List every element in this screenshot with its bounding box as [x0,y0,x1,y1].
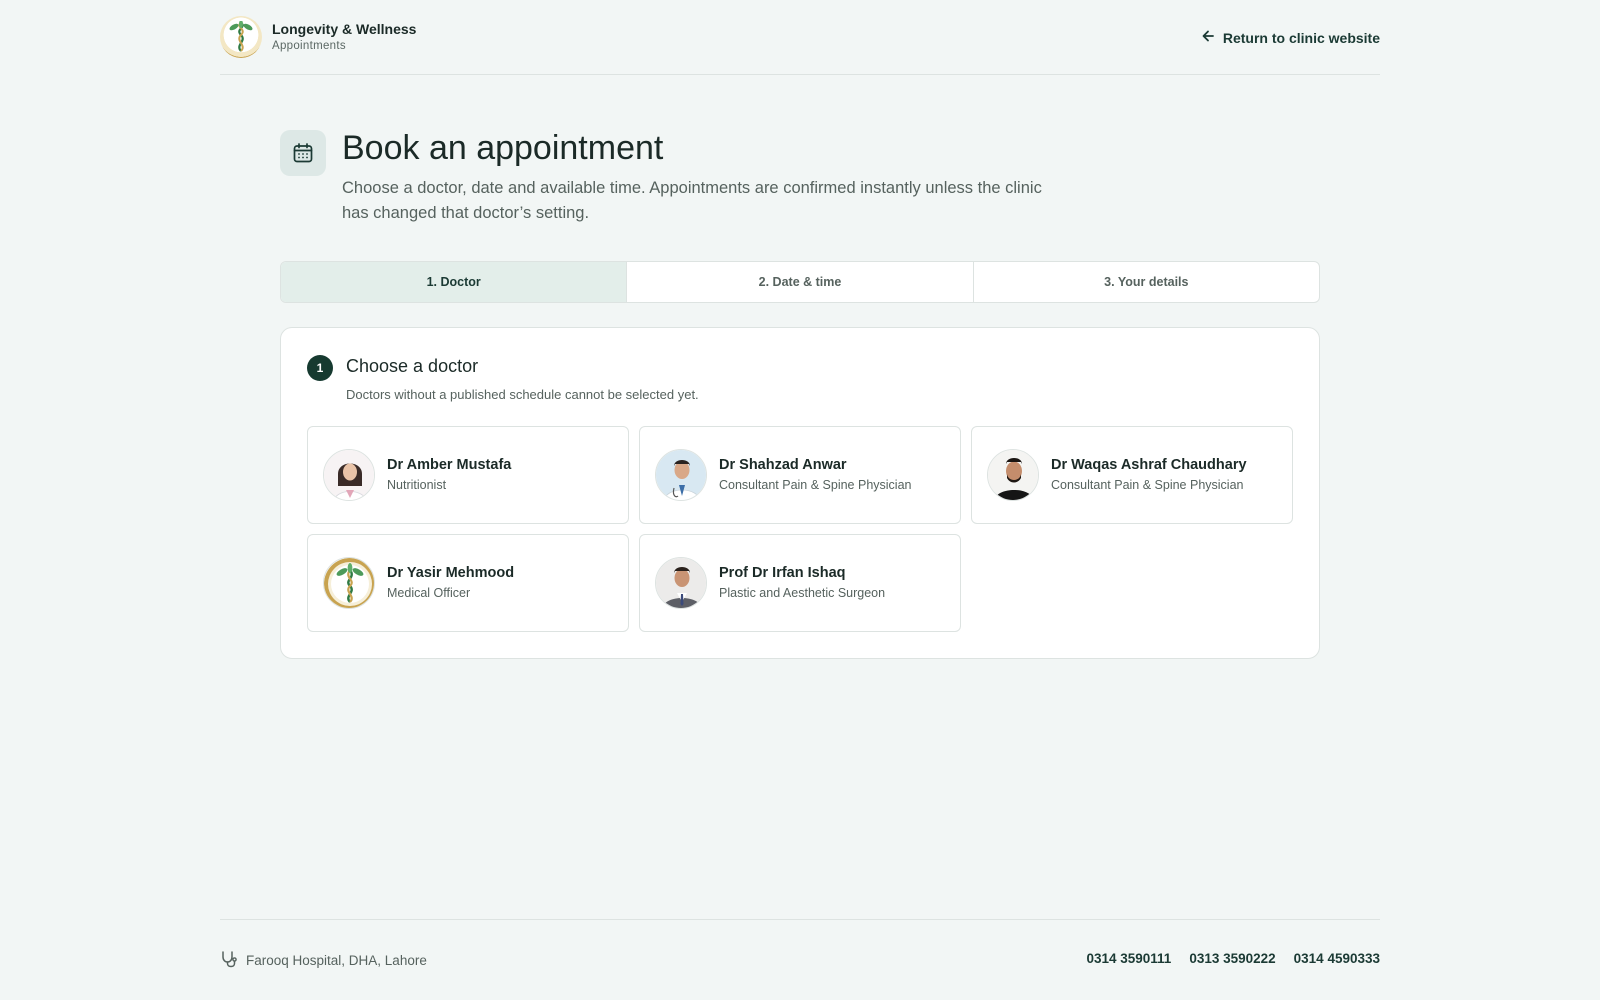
return-link-label: Return to clinic website [1222,29,1380,46]
doctor-role: Medical Officer [387,586,471,600]
phone-numbers: 0314 3590111 0313 3590222 0314 4590333 [1086,951,1380,966]
doctor-avatar [323,557,375,609]
phone-link[interactable]: 0314 3590111 [1086,951,1171,966]
return-to-clinic-link[interactable]: Return to clinic website [1201,29,1380,46]
calendar-icon [280,130,326,176]
doctor-avatar [655,449,707,501]
brand[interactable]: Longevity & Wellness Appointments [220,16,416,58]
doctor-card[interactable]: Dr Yasir Mehmood Medical Officer [307,534,629,632]
phone-link[interactable]: 0313 3590222 [1189,951,1275,966]
page-description: Choose a doctor, date and available time… [342,179,1042,222]
arrow-left-icon [1201,29,1215,46]
clinic-location: Farooq Hospital, DHA, Lahore [220,950,427,971]
footer: Farooq Hospital, DHA, Lahore 0314 359011… [220,919,1380,1000]
doctor-avatar [987,449,1039,501]
booking-steps: 1. Doctor 2. Date & time 3. Your details [280,261,1320,303]
doctor-card[interactable]: Dr Shahzad Anwar Consultant Pain & Spine… [639,426,961,524]
doctor-name: Dr Yasir Mehmood [387,565,515,581]
doctor-avatar [655,557,707,609]
choose-doctor-card: 1 Choose a doctor Doctors without a publ… [280,327,1320,659]
doctor-role: Plastic and Aesthetic Surgeon [719,586,886,600]
doctor-card[interactable]: Prof Dr Irfan Ishaq Plastic and Aestheti… [639,534,961,632]
step-tab-your-details[interactable]: 3. Your details [974,262,1319,302]
section-title: Choose a doctor [346,356,479,376]
location-text: Farooq Hospital, DHA, Lahore [246,953,427,968]
section-subtitle: Doctors without a published schedule can… [346,387,699,402]
doctor-name: Dr Shahzad Anwar [719,457,847,473]
clinic-logo [220,16,262,58]
doctor-name: Dr Waqas Ashraf Chaudhary [1051,457,1247,473]
doctor-card[interactable]: Dr Amber Mustafa Nutritionist [307,426,629,524]
header: Longevity & Wellness Appointments Return… [220,0,1380,75]
stethoscope-icon [220,950,238,971]
brand-subtitle: Appointments [272,40,346,52]
phone-link[interactable]: 0314 4590333 [1294,951,1380,966]
step-tab-doctor[interactable]: 1. Doctor [281,262,628,302]
doctor-role: Nutritionist [387,478,447,492]
doctor-role: Consultant Pain & Spine Physician [719,478,912,492]
doctor-name: Dr Amber Mustafa [387,457,512,473]
step-number-badge: 1 [307,355,333,381]
doctor-card[interactable]: Dr Waqas Ashraf Chaudhary Consultant Pai… [971,426,1293,524]
step-tab-date-time[interactable]: 2. Date & time [627,262,974,302]
doctor-role: Consultant Pain & Spine Physician [1051,478,1244,492]
doctor-name: Prof Dr Irfan Ishaq [719,565,846,581]
page-title: Book an appointment [342,129,664,167]
brand-name: Longevity & Wellness [272,21,417,37]
doctor-avatar [323,449,375,501]
